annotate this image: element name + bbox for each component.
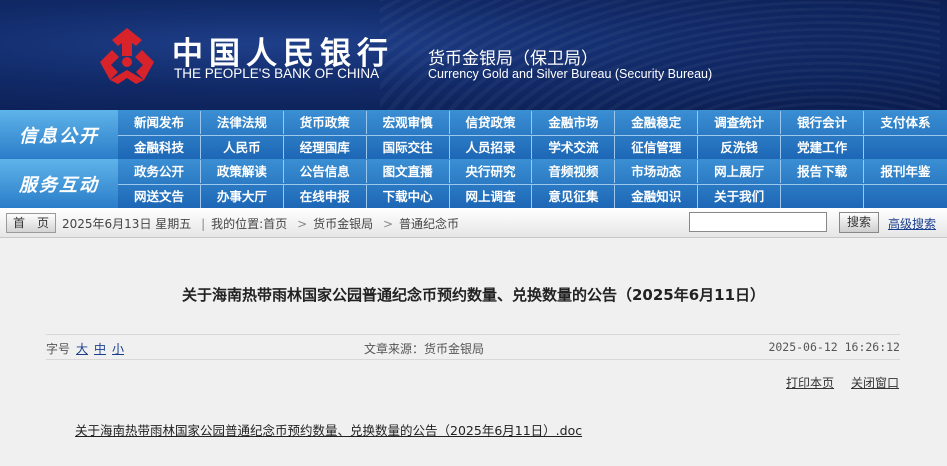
nav-item-rmb[interactable]: 人民币 [201,136,284,159]
advanced-search-link[interactable]: 高级搜索 [888,215,936,232]
breadcrumb-bar: 首 页 2025年6月13日 星期五 | 我的位置:首页 > 货币金银局 > 普通纪念… [0,208,947,238]
nav-item-credit-reference[interactable]: 征信管理 [615,136,699,159]
nav-info-disclosure: 信息公开 新闻发布 法律法规 货币政策 宏观审慎 信贷政策 金融市场 金融稳定 … [0,110,947,159]
nav-item-accounting[interactable]: 银行会计 [781,111,865,134]
nav-item-monetary-policy[interactable]: 货币政策 [284,111,367,134]
article-source: 文章来源：货币金银局 [364,342,485,356]
nav-item-documents[interactable]: 网送文告 [118,185,201,208]
search-input[interactable] [689,212,827,232]
close-window-link[interactable]: 关闭窗口 [851,374,899,391]
nav-item-research[interactable]: 央行研究 [450,160,533,183]
chevron-right-icon: > [297,217,308,231]
publish-date: 2025-06-12 16:26:12 [768,340,900,354]
nav-row: 网送文告 办事大厅 在线申报 下载中心 网上调查 意见征集 金融知识 关于我们 [118,184,947,208]
nav-item-feedback[interactable]: 意见征集 [532,185,616,208]
nav-item-statistics[interactable]: 调查统计 [698,111,782,134]
bureau-name-en: Currency Gold and Silver Bureau (Securit… [428,67,713,81]
site-header: 中国人民银行 THE PEOPLE'S BANK OF CHINA 货币金银局（… [0,0,947,110]
nav-item-about-us[interactable]: 关于我们 [698,185,782,208]
nav-item-online-filing[interactable]: 在线申报 [284,185,367,208]
crumb-home-link[interactable]: 首页 [263,217,287,231]
nav-item-fintech[interactable]: 金融科技 [118,136,201,159]
separator: | [201,217,206,231]
nav-item-treasury[interactable]: 经理国库 [284,136,367,159]
nav-row: 金融科技 人民币 经理国库 国际交往 人员招录 学术交流 征信管理 反洗钱 党建… [118,135,947,159]
nav-row: 新闻发布 法律法规 货币政策 宏观审慎 信贷政策 金融市场 金融稳定 调查统计 … [118,111,947,135]
nav-item-news[interactable]: 新闻发布 [118,111,201,134]
attachment-link[interactable]: 关于海南热带雨林国家公园普通纪念币预约数量、兑换数量的公告（2025年6月11日… [75,420,582,439]
nav-item-empty [781,185,865,208]
chevron-right-icon: > [382,217,394,231]
nav-item-live[interactable]: 图文直播 [367,160,450,183]
nav-item-report-download[interactable]: 报告下载 [781,160,865,183]
nav-item-recruitment[interactable]: 人员招录 [450,136,533,159]
nav-item-laws[interactable]: 法律法规 [201,111,284,134]
font-size-large-link[interactable]: 大 [76,342,88,356]
nav-item-party-building[interactable]: 党建工作 [781,136,865,159]
location-prefix: 我的位置: [211,217,264,231]
nav-item-anti-money-laundering[interactable]: 反洗钱 [698,136,782,159]
font-size-selector: 字号大中小 [46,340,124,357]
crumb-current[interactable]: 普通纪念币 [399,217,459,231]
nav-group-label-info: 信息公开 [0,110,118,159]
bank-name-en: THE PEOPLE'S BANK OF CHINA [174,66,380,81]
nav-item-financial-market[interactable]: 金融市场 [532,111,616,134]
nav-service-interaction: 服务互动 政务公开 政策解读 公告信息 图文直播 央行研究 音频视频 市场动态 … [0,159,947,208]
nav-item-market-news[interactable]: 市场动态 [615,160,699,183]
article-meta: 字号大中小 文章来源：货币金银局 2025-06-12 16:26:12 [46,334,900,360]
nav-item-policy-interpretation[interactable]: 政策解读 [201,160,284,183]
nav-item-empty [864,185,947,208]
nav-item-announcements[interactable]: 公告信息 [284,160,367,183]
nav-item-macroprudential[interactable]: 宏观审慎 [367,111,450,134]
nav-item-download-center[interactable]: 下载中心 [367,185,450,208]
nav-item-financial-stability[interactable]: 金融稳定 [615,111,699,134]
nav-item-empty [864,136,947,159]
nav-item-service-hall[interactable]: 办事大厅 [201,185,284,208]
font-size-medium-link[interactable]: 中 [94,342,106,356]
nav-item-yearbook[interactable]: 报刊年鉴 [864,160,947,183]
pboc-logo-icon [100,28,154,84]
nav-group-label-service: 服务互动 [0,159,118,208]
crumb-bureau-link[interactable]: 货币金银局 [313,217,373,231]
nav-item-financial-knowledge[interactable]: 金融知识 [615,185,699,208]
current-date: 2025年6月13日 [62,217,152,231]
nav-item-credit-policy[interactable]: 信贷政策 [450,111,533,134]
nav-item-audio-video[interactable]: 音频视频 [532,160,616,183]
nav-item-international[interactable]: 国际交往 [367,136,450,159]
search-button[interactable]: 搜索 [839,212,879,233]
breadcrumb: 2025年6月13日 星期五 | 我的位置:首页 > 货币金银局 > 普通纪念币 [62,215,459,232]
nav-item-online-exhibition[interactable]: 网上展厅 [698,160,782,183]
nav-item-government-affairs[interactable]: 政务公开 [118,160,201,183]
font-size-small-link[interactable]: 小 [112,342,124,356]
nav-item-academic[interactable]: 学术交流 [532,136,616,159]
bureau-name-cn: 货币金银局（保卫局） [428,49,598,69]
font-size-label: 字号 [46,342,71,356]
article-title: 关于海南热带雨林国家公园普通纪念币预约数量、兑换数量的公告（2025年6月11日… [181,286,766,304]
nav-item-online-survey[interactable]: 网上调查 [450,185,533,208]
print-page-link[interactable]: 打印本页 [786,374,834,391]
nav-row: 政务公开 政策解读 公告信息 图文直播 央行研究 音频视频 市场动态 网上展厅 … [118,160,947,184]
nav-item-payment[interactable]: 支付体系 [864,111,947,134]
home-button[interactable]: 首 页 [6,213,56,233]
current-weekday: 星期五 [155,217,192,231]
